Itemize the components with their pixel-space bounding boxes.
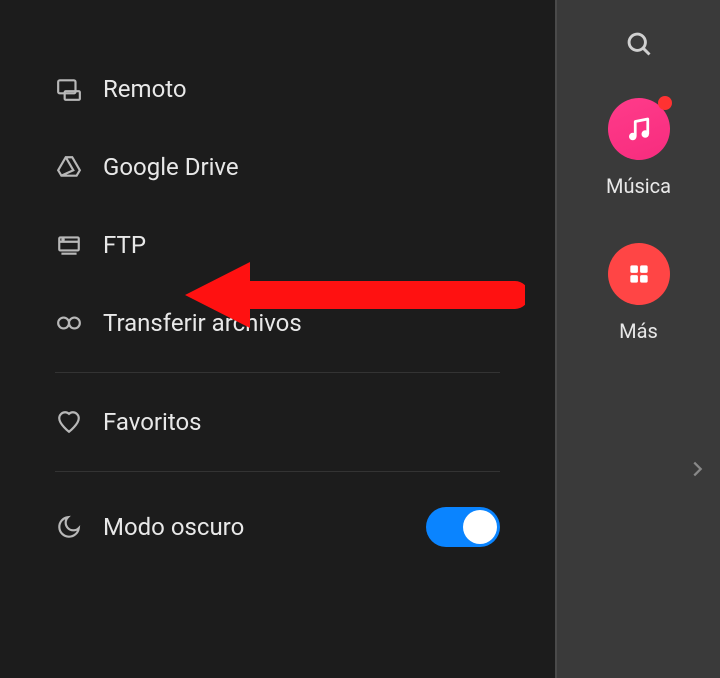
sidebar-item-favorites[interactable]: Favoritos [0,383,555,461]
app-tile-music[interactable]: Música [557,98,720,198]
search-icon [625,30,653,58]
sidebar-item-label: Transferir archivos [103,309,302,337]
sidebar-item-label: Favoritos [103,408,202,436]
sidebar-item-label: Google Drive [103,153,239,181]
ftp-icon [55,231,83,259]
chevron-right-icon [686,458,708,480]
transfer-icon [55,309,83,337]
music-icon [608,98,670,160]
sidebar-item-label: Remoto [103,75,187,103]
google-drive-icon [55,153,83,181]
sidebar-item-transfer[interactable]: Transferir archivos [0,284,555,362]
remote-icon [55,75,83,103]
sidebar-item-ftp[interactable]: FTP [0,206,555,284]
sidebar-item-label: FTP [103,231,146,259]
dark-mode-row: Modo oscuro [0,482,555,572]
sidebar-drawer: Remoto Google Drive FTP Transferir archi… [0,0,555,678]
search-button[interactable] [557,15,720,98]
divider [55,471,500,472]
app-tile-more[interactable]: Más [557,243,720,343]
heart-icon [55,408,83,436]
grid-icon [608,243,670,305]
notification-badge [658,96,672,110]
sidebar-item-google-drive[interactable]: Google Drive [0,128,555,206]
right-panel: Música Más [555,0,720,678]
expand-button[interactable] [686,458,708,484]
divider [55,372,500,373]
app-tile-label: Más [619,319,658,343]
app-tile-label: Música [606,174,671,198]
dark-mode-toggle[interactable] [426,507,500,547]
toggle-knob [463,510,497,544]
moon-icon [55,513,83,541]
sidebar-item-remote[interactable]: Remoto [0,50,555,128]
dark-mode-label: Modo oscuro [103,513,244,541]
